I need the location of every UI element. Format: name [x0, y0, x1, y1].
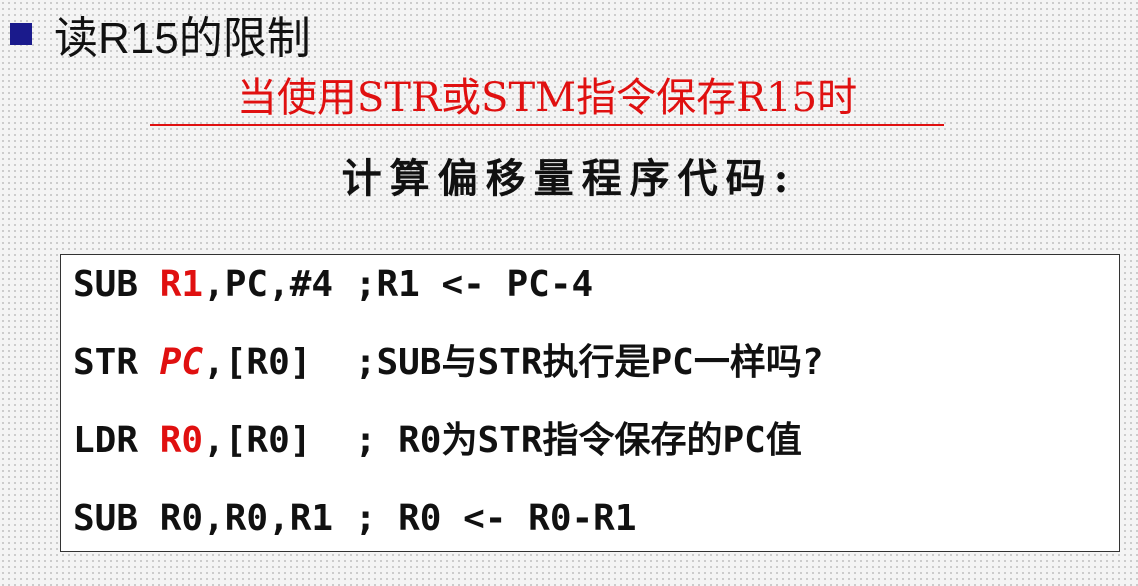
- highlighted-register: R0: [159, 420, 204, 461]
- heading-row: 读R15的限制: [10, 6, 311, 63]
- slide-subtitle: 当使用STR或STM指令保存R15时: [150, 74, 944, 126]
- code-block: SUB R1,PC,#4 ;R1 <- PC-4 STR PC,[R0] ;SU…: [60, 254, 1120, 552]
- opcode: LDR: [73, 420, 160, 461]
- code-line: LDR R0,[R0] ; R0为STR指令保存的PC值: [73, 419, 802, 463]
- instruction: SUB R0,R0,R1 ; R0 <- R0-R1: [73, 498, 637, 539]
- highlighted-register: PC: [159, 342, 204, 383]
- code-line: STR PC,[R0] ;SUB与STR执行是PC一样吗?: [73, 341, 824, 385]
- slide-heading: 读R15的限制: [54, 14, 311, 63]
- highlighted-register: R1: [159, 264, 204, 305]
- code-line: SUB R1,PC,#4 ;R1 <- PC-4: [73, 263, 593, 307]
- operands-comment: ,[R0] ;SUB与STR执行是PC一样吗?: [203, 342, 824, 383]
- operands-comment: ,PC,#4 ;R1 <- PC-4: [203, 264, 594, 305]
- code-line: SUB R0,R0,R1 ; R0 <- R0-R1: [73, 497, 637, 541]
- opcode: STR: [73, 342, 160, 383]
- square-bullet-icon: [10, 23, 32, 45]
- opcode: SUB: [73, 264, 160, 305]
- operands-comment: ,[R0] ; R0为STR指令保存的PC值: [203, 420, 802, 461]
- code-caption: 计算偏移量程序代码:: [341, 155, 797, 202]
